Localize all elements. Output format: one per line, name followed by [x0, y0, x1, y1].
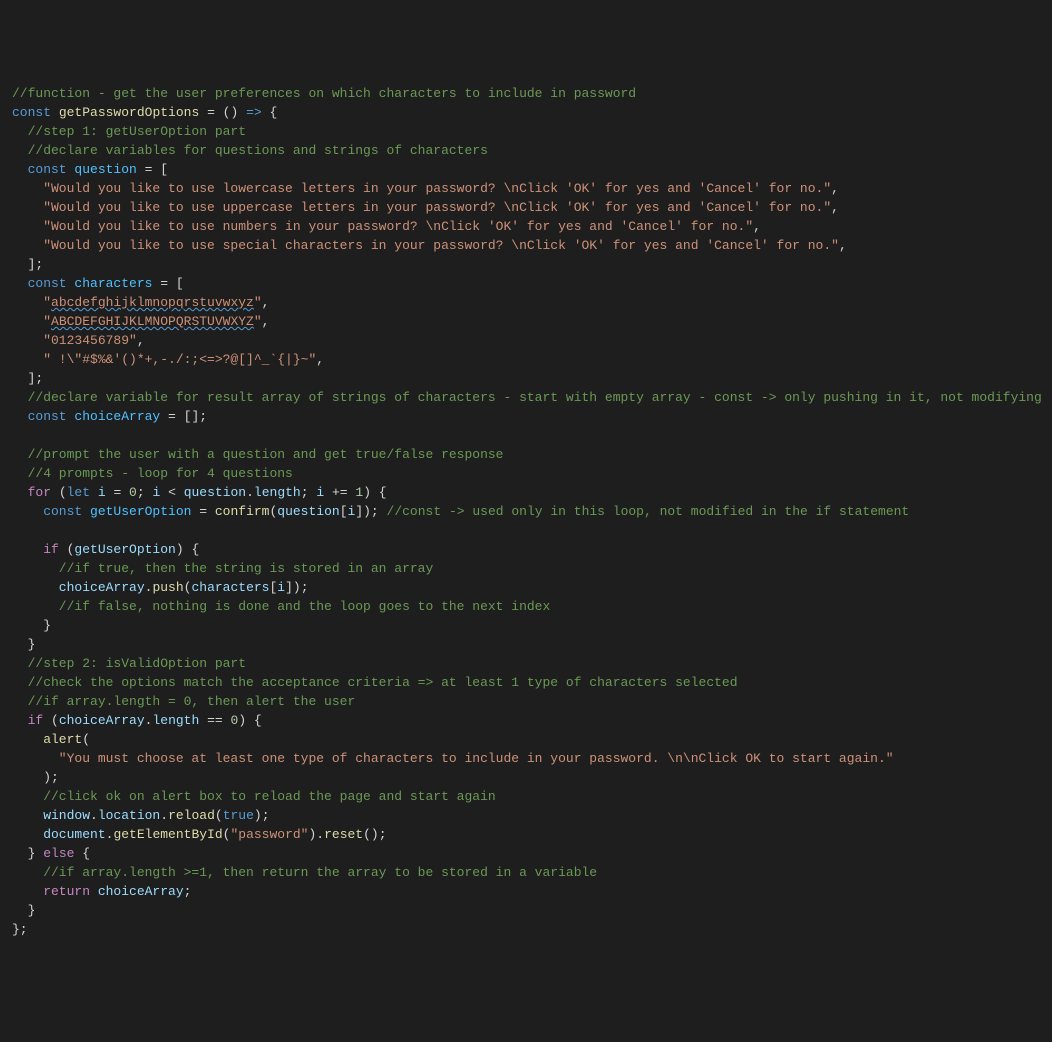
- code-line: "Would you like to use lowercase letters…: [12, 179, 1040, 198]
- code-line: //if array.length = 0, then alert the us…: [12, 692, 1040, 711]
- variable-name: characters: [67, 276, 153, 291]
- string-literal-spellcheck: ABCDEFGHIJKLMNOPQRSTUVWXYZ: [51, 314, 254, 329]
- code-line: "Would you like to use special character…: [12, 236, 1040, 255]
- code-line: //declare variables for questions and st…: [12, 141, 1040, 160]
- comment: //prompt the user with a question and ge…: [12, 447, 503, 462]
- code-line: ];: [12, 255, 1040, 274]
- code-line: alert(: [12, 730, 1040, 749]
- comment: //4 prompts - loop for 4 questions: [12, 466, 293, 481]
- keyword: const: [12, 105, 51, 120]
- code-line: if (getUserOption) {: [12, 540, 1040, 559]
- variable-name: question: [67, 162, 137, 177]
- comment: //function - get the user preferences on…: [12, 86, 636, 101]
- code-line: }: [12, 635, 1040, 654]
- string-literal: "You must choose at least one type of ch…: [12, 751, 894, 766]
- function-name: getPasswordOptions: [59, 105, 199, 120]
- code-line: );: [12, 768, 1040, 787]
- code-line: "You must choose at least one type of ch…: [12, 749, 1040, 768]
- comment: //step 2: isValidOption part: [12, 656, 246, 671]
- code-line: window.location.reload(true);: [12, 806, 1040, 825]
- code-line: //declare variable for result array of s…: [12, 388, 1040, 407]
- code-line: "0123456789",: [12, 331, 1040, 350]
- string-literal: "Would you like to use numbers in your p…: [12, 219, 753, 234]
- code-line: [12, 426, 1040, 445]
- code-line: //function - get the user preferences on…: [12, 84, 1040, 103]
- code-line: const getUserOption = confirm(question[i…: [12, 502, 1040, 521]
- comment: //if false, nothing is done and the loop…: [12, 599, 550, 614]
- code-line: //step 2: isValidOption part: [12, 654, 1040, 673]
- code-line: ];: [12, 369, 1040, 388]
- string-literal: "0123456789": [12, 333, 137, 348]
- comment: //if array.length >=1, then return the a…: [12, 865, 597, 880]
- code-line: " !\"#$%&'()*+,-./:;<=>?@[]^_`{|}~",: [12, 350, 1040, 369]
- code-line: return choiceArray;: [12, 882, 1040, 901]
- code-line: if (choiceArray.length == 0) {: [12, 711, 1040, 730]
- code-editor[interactable]: //function - get the user preferences on…: [12, 84, 1040, 939]
- comment: //check the options match the acceptance…: [12, 675, 738, 690]
- comment: //step 1: getUserOption part: [12, 124, 246, 139]
- comment: //declare variables for questions and st…: [12, 143, 488, 158]
- code-line: }: [12, 616, 1040, 635]
- code-line: const characters = [: [12, 274, 1040, 293]
- code-line: const getPasswordOptions = () => {: [12, 103, 1040, 122]
- code-line: //check the options match the acceptance…: [12, 673, 1040, 692]
- code-line: [12, 521, 1040, 540]
- string-literal: " !\"#$%&'()*+,-./:;<=>?@[]^_`{|}~": [12, 352, 316, 367]
- code-line: const choiceArray = [];: [12, 407, 1040, 426]
- code-line: //4 prompts - loop for 4 questions: [12, 464, 1040, 483]
- code-line: //click ok on alert box to reload the pa…: [12, 787, 1040, 806]
- code-line: //step 1: getUserOption part: [12, 122, 1040, 141]
- code-line: //prompt the user with a question and ge…: [12, 445, 1040, 464]
- string-literal: "Would you like to use uppercase letters…: [12, 200, 831, 215]
- code-line: for (let i = 0; i < question.length; i +…: [12, 483, 1040, 502]
- code-line: choiceArray.push(characters[i]);: [12, 578, 1040, 597]
- comment: //if array.length = 0, then alert the us…: [12, 694, 355, 709]
- code-line: "Would you like to use numbers in your p…: [12, 217, 1040, 236]
- string-literal: "Would you like to use special character…: [12, 238, 839, 253]
- code-line: document.getElementById("password").rese…: [12, 825, 1040, 844]
- comment: //if true, then the string is stored in …: [12, 561, 433, 576]
- string-literal-spellcheck: abcdefghijklmnopqrstuvwxyz: [51, 295, 254, 310]
- code-line: } else {: [12, 844, 1040, 863]
- code-line: const question = [: [12, 160, 1040, 179]
- comment: //click ok on alert box to reload the pa…: [12, 789, 496, 804]
- code-line: }: [12, 901, 1040, 920]
- code-line: //if false, nothing is done and the loop…: [12, 597, 1040, 616]
- code-line: //if true, then the string is stored in …: [12, 559, 1040, 578]
- code-line: "Would you like to use uppercase letters…: [12, 198, 1040, 217]
- code-line: "abcdefghijklmnopqrstuvwxyz",: [12, 293, 1040, 312]
- code-line: //if array.length >=1, then return the a…: [12, 863, 1040, 882]
- code-line: "ABCDEFGHIJKLMNOPQRSTUVWXYZ",: [12, 312, 1040, 331]
- variable-name: choiceArray: [67, 409, 161, 424]
- comment: //declare variable for result array of s…: [12, 390, 1042, 405]
- string-literal: "Would you like to use lowercase letters…: [12, 181, 831, 196]
- code-line: };: [12, 920, 1040, 939]
